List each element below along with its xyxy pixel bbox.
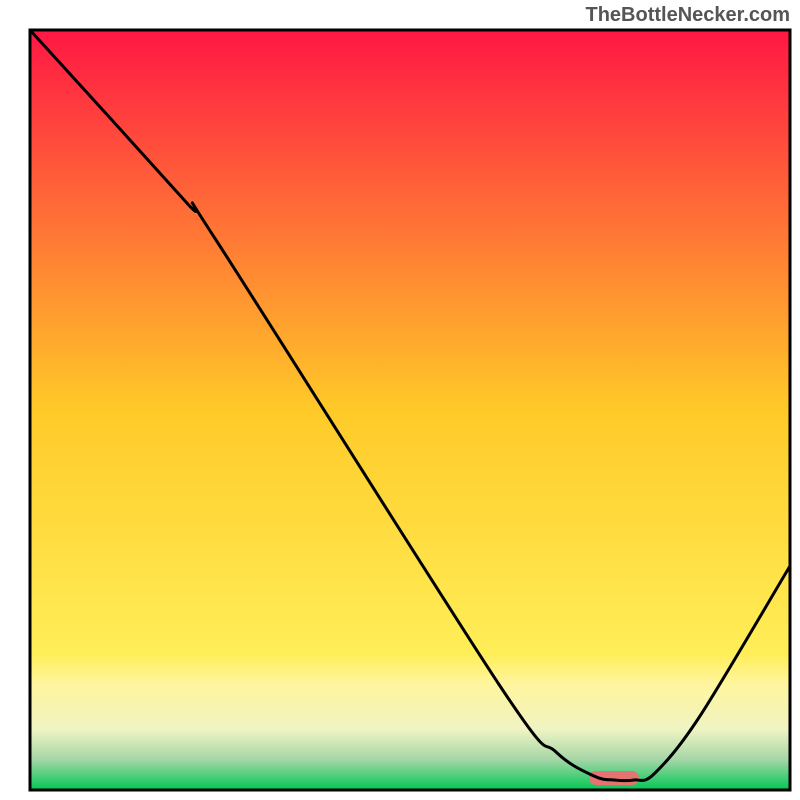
gradient-background	[30, 30, 790, 790]
bottleneck-chart	[0, 0, 800, 800]
watermark-text: TheBottleNecker.com	[585, 4, 790, 27]
chart-container: TheBottleNecker.com	[0, 0, 800, 800]
